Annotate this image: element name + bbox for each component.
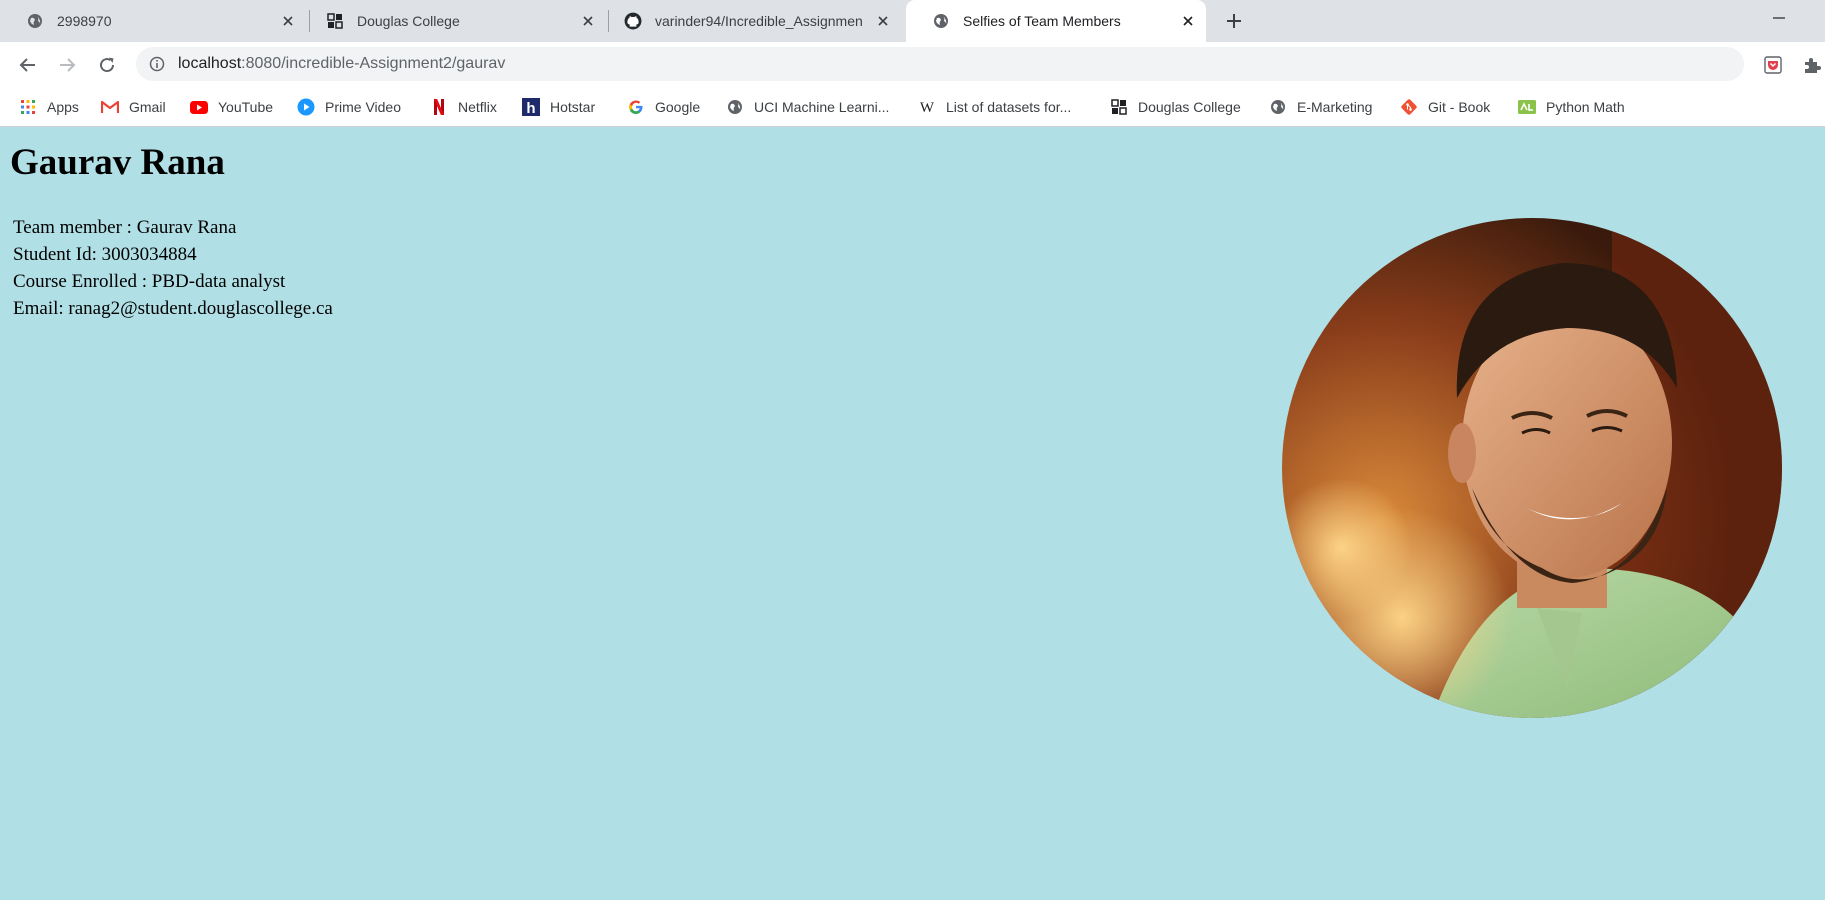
tab-github-repo[interactable]: varinder94/Incredible_Assignmen [598, 0, 904, 42]
bookmark-prime-video[interactable]: Prime Video [297, 87, 401, 127]
pocket-icon [1764, 56, 1782, 74]
globe-icon [1269, 98, 1287, 116]
reload-icon [100, 57, 115, 73]
globe-icon [932, 12, 950, 30]
tab-title: Selfies of Team Members [963, 13, 1121, 29]
tab-title: 2998970 [57, 13, 112, 29]
git-icon [1400, 98, 1418, 116]
course-line: Course Enrolled : PBD-data analyst [13, 271, 286, 292]
bookmark-label: Python Math [1546, 99, 1625, 115]
student-id-line: Student Id: 3003034884 [13, 244, 197, 265]
python-math-icon [1518, 98, 1536, 116]
github-icon [624, 12, 642, 30]
pocket-extension-button[interactable] [1762, 54, 1784, 76]
youtube-icon [190, 98, 208, 116]
page-title: Gaurav Rana [10, 142, 225, 183]
browser-toolbar: localhost:8080/incredible-Assignment2/ga… [0, 42, 1825, 87]
svg-text:W: W [920, 100, 935, 114]
reload-button[interactable] [93, 51, 121, 79]
site-info-icon[interactable] [149, 56, 165, 72]
bookmark-label: Git - Book [1428, 99, 1491, 115]
close-tab-icon[interactable] [1178, 11, 1198, 31]
minimize-window-button[interactable] [1764, 8, 1794, 28]
globe-icon [726, 98, 744, 116]
netflix-icon [430, 98, 448, 116]
svg-text:h: h [526, 100, 535, 116]
bookmark-uci-machine-learning[interactable]: UCI Machine Learni... [726, 87, 889, 127]
hotstar-icon: h [522, 98, 540, 116]
close-tab-icon[interactable] [873, 11, 893, 31]
douglas-college-icon [326, 12, 344, 30]
puzzle-icon [1805, 58, 1821, 73]
bookmark-douglas-college[interactable]: Douglas College [1110, 87, 1241, 127]
team-member-selfie-photo [1282, 218, 1782, 718]
plus-icon [1227, 14, 1241, 28]
bookmark-hotstar[interactable]: h Hotstar [522, 87, 595, 127]
bookmark-label: Douglas College [1138, 99, 1241, 115]
gmail-icon [101, 98, 119, 116]
google-icon [627, 98, 645, 116]
url-path: :8080/incredible-Assignment2/gaurav [241, 55, 506, 72]
bookmark-list-of-datasets[interactable]: W List of datasets for... [918, 87, 1071, 127]
bookmark-youtube[interactable]: YouTube [190, 87, 273, 127]
bookmark-gmail[interactable]: Gmail [101, 87, 166, 127]
bookmark-python-math[interactable]: Python Math [1518, 87, 1625, 127]
member-info: Team member : Gaurav Rana Student Id: 30… [13, 214, 333, 322]
bookmark-netflix[interactable]: Netflix [430, 87, 497, 127]
minimize-icon [1773, 17, 1785, 19]
bookmark-label: Apps [47, 99, 79, 115]
bookmark-label: Netflix [458, 99, 497, 115]
team-member-line: Team member : Gaurav Rana [13, 217, 237, 238]
bookmark-apps[interactable]: Apps [19, 87, 79, 127]
globe-icon [26, 12, 44, 30]
bookmark-label: Prime Video [325, 99, 402, 115]
douglas-college-icon [1110, 98, 1128, 116]
close-tab-icon[interactable] [278, 11, 298, 31]
address-bar[interactable]: localhost:8080/incredible-Assignment2/ga… [136, 47, 1744, 81]
arrow-right-icon [60, 58, 76, 72]
wikipedia-icon: W [918, 98, 936, 116]
forward-button[interactable] [53, 51, 81, 79]
apps-grid-icon [19, 98, 37, 116]
close-tab-icon[interactable] [578, 11, 598, 31]
bookmark-label: List of datasets for... [946, 99, 1072, 115]
prime-video-icon [297, 98, 315, 116]
new-tab-button[interactable] [1221, 8, 1247, 34]
bookmark-label: Gmail [129, 99, 166, 115]
back-button[interactable] [14, 51, 42, 79]
bookmark-google[interactable]: Google [627, 87, 700, 127]
tab-2998970[interactable]: 2998970 [0, 0, 306, 42]
bookmark-label: Google [655, 99, 701, 115]
bookmarks-bar: Apps Gmail YouTube Prime Video Netflix h… [0, 87, 1825, 127]
url-host: localhost [178, 55, 242, 72]
tab-douglas-college[interactable]: Douglas College [300, 0, 606, 42]
url-text[interactable]: localhost:8080/incredible-Assignment2/ga… [178, 55, 505, 73]
bookmark-label: UCI Machine Learni... [754, 99, 890, 115]
bookmark-label: YouTube [218, 99, 274, 115]
bookmark-git-book[interactable]: Git - Book [1400, 87, 1490, 127]
extensions-button[interactable] [1801, 54, 1823, 76]
browser-tab-strip: 2998970 Douglas College varinder94/Incre… [0, 0, 1825, 42]
tab-selfies-of-team-members[interactable]: Selfies of Team Members [906, 0, 1206, 42]
tab-title: Douglas College [357, 13, 460, 29]
bookmark-label: Hotstar [550, 99, 596, 115]
bookmark-label: E-Marketing [1297, 99, 1373, 115]
email-line: Email: ranag2@student.douglascollege.ca [13, 298, 333, 319]
arrow-left-icon [19, 58, 35, 72]
page-content: Gaurav Rana Team member : Gaurav Rana St… [0, 128, 1825, 900]
tab-title: varinder94/Incredible_Assignmen [655, 13, 863, 29]
bookmark-e-marketing[interactable]: E-Marketing [1269, 87, 1372, 127]
